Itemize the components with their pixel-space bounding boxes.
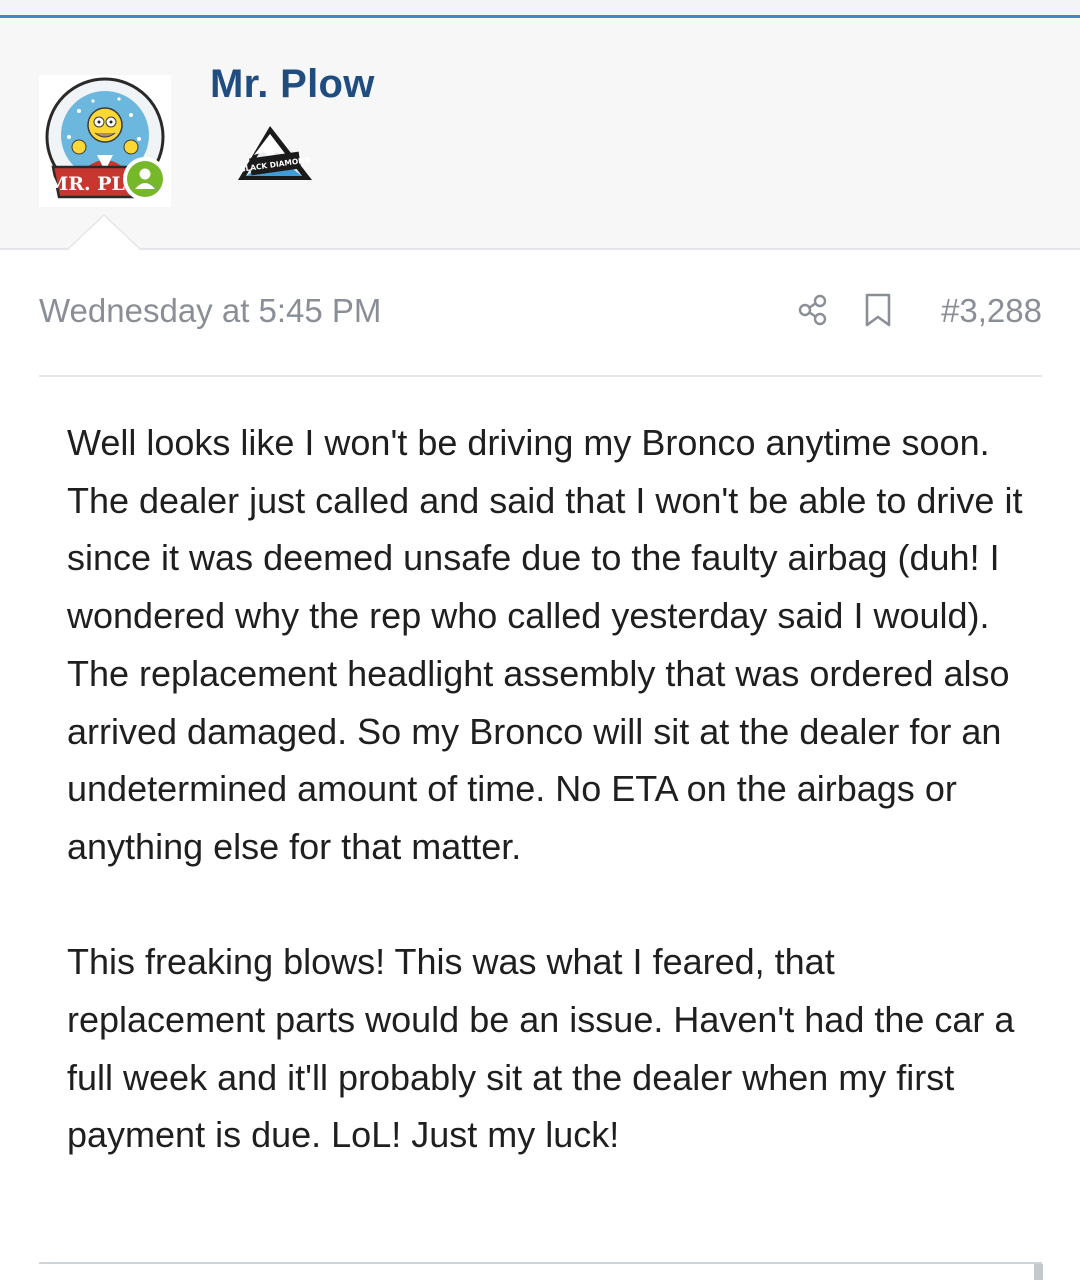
post-date[interactable]: Wednesday at 5:45 PM xyxy=(39,292,381,330)
user-online-icon xyxy=(135,168,155,189)
username-link[interactable]: Mr. Plow xyxy=(210,62,375,107)
online-status-badge xyxy=(123,157,167,201)
rank-badge: BLACK DIAMOND xyxy=(236,122,314,186)
message-user-header: MR. PLOW Mr. Plow BLACK DIAMOND xyxy=(0,18,1080,250)
bookmark-icon[interactable] xyxy=(863,292,893,328)
divider xyxy=(39,1262,1042,1264)
share-icon[interactable] xyxy=(796,292,830,328)
post-body: Well looks like I won't be driving my Br… xyxy=(67,414,1027,1164)
scrollbar[interactable] xyxy=(1034,1264,1043,1280)
post-meta-bar: Wednesday at 5:45 PM #3,288 xyxy=(39,290,1042,334)
header-pointer xyxy=(66,214,142,250)
top-accent-bar xyxy=(0,0,1080,18)
post-number-link[interactable]: #3,288 xyxy=(941,292,1042,330)
post-paragraph: Well looks like I won't be driving my Br… xyxy=(67,422,1023,867)
post-paragraph: This freaking blows! This was what I fea… xyxy=(67,941,1015,1156)
divider xyxy=(39,375,1042,377)
black-diamond-icon: BLACK DIAMOND xyxy=(238,126,312,180)
